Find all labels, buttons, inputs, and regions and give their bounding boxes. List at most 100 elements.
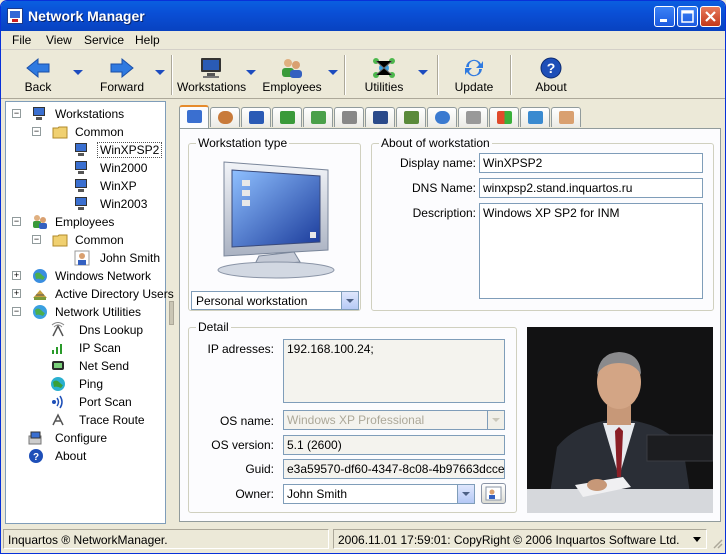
workstations-label: Workstations bbox=[177, 80, 247, 94]
description-field[interactable]: Windows XP SP2 for INM bbox=[479, 203, 703, 299]
owner-details-button[interactable] bbox=[481, 483, 506, 504]
back-button[interactable]: Back bbox=[11, 53, 65, 97]
tree-node-ping[interactable]: Ping bbox=[50, 375, 162, 393]
tab-software[interactable] bbox=[396, 107, 426, 127]
tree-node-employees[interactable]: − Employees bbox=[12, 213, 162, 231]
employees-dropdown-icon[interactable] bbox=[328, 70, 338, 75]
detail-pane: Workstation type Personal workstation Ab… bbox=[177, 101, 723, 524]
tree-node-employees-common[interactable]: − Common bbox=[32, 231, 162, 249]
close-button[interactable] bbox=[700, 6, 721, 27]
chevron-down-icon[interactable] bbox=[457, 485, 474, 503]
collapse-icon[interactable]: − bbox=[12, 307, 21, 316]
tree-node-net-send[interactable]: Net Send bbox=[50, 357, 162, 375]
expand-icon[interactable]: + bbox=[12, 289, 21, 298]
utilities-label: Utilities bbox=[364, 80, 404, 94]
update-button[interactable]: Update bbox=[447, 53, 501, 97]
workstations-dropdown-icon[interactable] bbox=[246, 70, 256, 75]
back-dropdown-icon[interactable] bbox=[73, 70, 83, 75]
minimize-button[interactable] bbox=[654, 6, 675, 27]
collapse-icon[interactable]: − bbox=[12, 109, 21, 118]
tree-node-win2000[interactable]: Win2000 bbox=[74, 159, 164, 177]
workstation-icon bbox=[75, 197, 87, 210]
tab-display[interactable] bbox=[365, 107, 395, 127]
collapse-icon[interactable]: − bbox=[32, 235, 41, 244]
toolbar-separator bbox=[171, 55, 173, 95]
toolbar-separator bbox=[437, 55, 439, 95]
owner-label: Owner: bbox=[235, 487, 274, 501]
ip-field[interactable]: 192.168.100.24; bbox=[283, 339, 505, 403]
tree-label: Win2003 bbox=[100, 197, 148, 211]
menu-help[interactable]: Help bbox=[135, 33, 160, 47]
os-name-select[interactable]: Windows XP Professional bbox=[283, 410, 505, 430]
forward-button[interactable]: Forward bbox=[93, 53, 151, 97]
owner-select[interactable]: John Smith bbox=[283, 484, 475, 504]
navigation-tree[interactable]: − Workstations − Common WinXPSP2 Win2000… bbox=[5, 101, 174, 524]
tree-node-trace-route[interactable]: Trace Route bbox=[50, 411, 162, 429]
status-dropdown-icon[interactable] bbox=[693, 537, 701, 542]
tab-workstation[interactable] bbox=[179, 105, 209, 129]
menu-bar: File View Service Help bbox=[1, 31, 725, 50]
guid-field[interactable]: e3a59570-df60-4347-8c08-4b97663dcce5 bbox=[283, 459, 505, 479]
tab-network[interactable] bbox=[303, 107, 333, 127]
utilities-button[interactable]: Utilities bbox=[357, 53, 411, 97]
os-version-field[interactable]: 5.1 (2600) bbox=[283, 435, 505, 455]
tree-label: Win2000 bbox=[100, 161, 148, 175]
tab-windows[interactable] bbox=[489, 107, 519, 127]
menu-file[interactable]: File bbox=[12, 33, 31, 47]
tree-node-dns-lookup[interactable]: Dns Lookup bbox=[50, 321, 162, 339]
menu-service[interactable]: Service bbox=[84, 33, 124, 47]
tab-disk[interactable] bbox=[210, 107, 240, 127]
tree-node-workstations-common[interactable]: − Common bbox=[32, 123, 162, 141]
port-scan-icon bbox=[52, 395, 63, 409]
tree-node-win2003[interactable]: Win2003 bbox=[74, 195, 164, 213]
chevron-down-icon[interactable] bbox=[341, 292, 358, 309]
tab-users[interactable] bbox=[520, 107, 550, 127]
tree-label: Common bbox=[75, 125, 124, 139]
tree-node-configure[interactable]: Configure bbox=[28, 429, 162, 447]
tab-memory[interactable] bbox=[272, 107, 302, 127]
forward-dropdown-icon[interactable] bbox=[155, 70, 165, 75]
app-window: Network Manager File View Service Help B… bbox=[0, 0, 726, 554]
splitter-grip[interactable] bbox=[169, 301, 174, 325]
tree-node-port-scan[interactable]: Port Scan bbox=[50, 393, 162, 411]
tab-book[interactable] bbox=[241, 107, 271, 127]
collapse-icon[interactable]: − bbox=[12, 217, 21, 226]
tree-node-winxpsp2[interactable]: WinXPSP2 bbox=[74, 141, 164, 159]
directory-icon bbox=[33, 290, 47, 300]
tree-node-john-smith[interactable]: John Smith bbox=[74, 249, 164, 267]
title-bar[interactable]: Network Manager bbox=[1, 1, 725, 31]
collapse-icon[interactable]: − bbox=[32, 127, 41, 136]
tree-label: WinXPSP2 bbox=[97, 142, 163, 158]
tree-node-about[interactable]: ? About bbox=[28, 447, 162, 465]
tree-label: Ping bbox=[79, 377, 104, 391]
tab-drive[interactable] bbox=[458, 107, 488, 127]
tree-node-network-utilities[interactable]: − Network Utilities bbox=[12, 303, 162, 321]
tree-node-ip-scan[interactable]: IP Scan bbox=[50, 339, 162, 357]
maximize-button[interactable] bbox=[677, 6, 698, 27]
toolbar-separator bbox=[510, 55, 512, 95]
about-label: About bbox=[535, 80, 567, 94]
tab-employees[interactable] bbox=[551, 107, 581, 127]
tree-node-windows-network[interactable]: + Windows Network bbox=[12, 267, 162, 285]
workstation-type-select[interactable]: Personal workstation bbox=[191, 291, 359, 310]
workstation-icon bbox=[75, 179, 87, 192]
globe-icon bbox=[33, 269, 47, 283]
tree-node-winxp[interactable]: WinXP bbox=[74, 177, 164, 195]
menu-view[interactable]: View bbox=[46, 33, 72, 47]
workstations-button[interactable]: Workstations bbox=[177, 53, 247, 97]
employees-button[interactable]: Employees bbox=[261, 53, 323, 97]
tab-printer[interactable] bbox=[334, 107, 364, 127]
utilities-dropdown-icon[interactable] bbox=[418, 70, 428, 75]
display-name-field[interactable]: WinXPSP2 bbox=[479, 153, 703, 173]
resize-grip-icon[interactable] bbox=[711, 537, 723, 549]
dns-name-field[interactable]: winxpsp2.stand.inquartos.ru bbox=[479, 178, 703, 198]
tree-node-workstations[interactable]: − Workstations bbox=[12, 105, 162, 123]
pane-splitter[interactable] bbox=[167, 101, 176, 524]
os-name-label: OS name: bbox=[219, 414, 274, 428]
about-button[interactable]: ? About bbox=[525, 53, 577, 97]
status-right: 2006.11.01 17:59:01: CopyRight © 2006 In… bbox=[333, 529, 707, 549]
tree-node-active-directory[interactable]: + Active Directory Users bbox=[12, 285, 174, 303]
owner-value: John Smith bbox=[287, 487, 348, 501]
expand-icon[interactable]: + bbox=[12, 271, 21, 280]
tab-services[interactable] bbox=[427, 107, 457, 127]
